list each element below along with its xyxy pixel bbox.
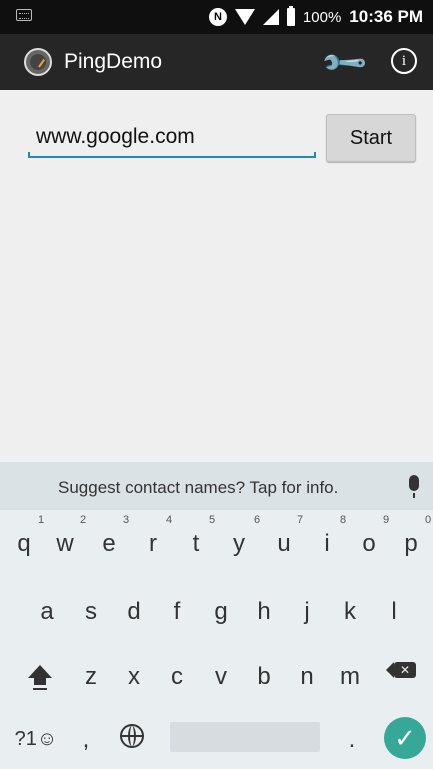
info-icon[interactable]: i: [391, 48, 417, 74]
key-v[interactable]: v: [202, 663, 240, 691]
app-bar: PingDemo 🔧 i: [0, 34, 433, 90]
key-m[interactable]: m: [331, 663, 369, 691]
key-w[interactable]: w: [46, 530, 84, 558]
key-hint-3: 3: [123, 514, 130, 526]
key-u[interactable]: u: [265, 530, 303, 558]
key-g[interactable]: g: [202, 598, 240, 626]
comma-key[interactable]: ,: [74, 726, 98, 754]
backspace-icon[interactable]: ✕: [386, 662, 416, 678]
key-k[interactable]: k: [331, 598, 369, 626]
symbols-key[interactable]: ?1☺: [14, 728, 58, 751]
enter-button[interactable]: ✓: [384, 717, 426, 759]
key-hint-7: 7: [297, 514, 304, 526]
key-b[interactable]: b: [245, 663, 283, 691]
signal-icon: [262, 9, 279, 25]
microphone-icon[interactable]: [409, 475, 419, 498]
host-input[interactable]: [28, 116, 316, 158]
key-a[interactable]: a: [28, 598, 66, 626]
soft-keyboard: Suggest contact names? Tap for info. q 1…: [0, 462, 433, 769]
host-input-underline: [28, 152, 316, 158]
globe-icon[interactable]: [120, 724, 144, 748]
app-logo-icon: [24, 48, 52, 76]
key-q[interactable]: q: [5, 530, 43, 558]
host-input-wrapper: [28, 116, 316, 158]
key-hint-8: 8: [340, 514, 347, 526]
keyboard-indicator-icon: [16, 9, 32, 21]
key-i[interactable]: i: [308, 530, 346, 558]
clock: 10:36 PM: [349, 7, 423, 26]
status-icons: N 100% 10:36 PM: [208, 5, 423, 29]
key-t[interactable]: t: [177, 530, 215, 558]
key-n[interactable]: n: [288, 663, 326, 691]
key-s[interactable]: s: [72, 598, 110, 626]
key-y[interactable]: y: [220, 530, 258, 558]
suggestion-text[interactable]: Suggest contact names? Tap for info.: [58, 478, 338, 498]
key-p[interactable]: p: [392, 530, 430, 558]
key-hint-6: 6: [254, 514, 261, 526]
status-bar: N 100% 10:36 PM: [0, 0, 433, 34]
start-button[interactable]: Start: [326, 114, 416, 162]
key-e[interactable]: e: [90, 530, 128, 558]
key-hint-1: 1: [38, 514, 45, 526]
key-j[interactable]: j: [288, 598, 326, 626]
key-hint-2: 2: [80, 514, 87, 526]
period-key[interactable]: .: [340, 726, 364, 754]
key-c[interactable]: c: [158, 663, 196, 691]
key-hint-9: 9: [383, 514, 390, 526]
key-o[interactable]: o: [350, 530, 388, 558]
key-d[interactable]: d: [115, 598, 153, 626]
battery-icon: [286, 6, 295, 26]
key-hint-5: 5: [209, 514, 216, 526]
key-h[interactable]: h: [245, 598, 283, 626]
key-hint-4: 4: [166, 514, 173, 526]
battery-percent: 100%: [302, 8, 342, 26]
key-x[interactable]: x: [115, 663, 153, 691]
suggestion-bar[interactable]: Suggest contact names? Tap for info.: [0, 462, 433, 510]
nfc-icon: N: [208, 8, 227, 26]
key-r[interactable]: r: [134, 530, 172, 558]
key-f[interactable]: f: [158, 598, 196, 626]
key-l[interactable]: l: [375, 598, 413, 626]
shift-icon[interactable]: [28, 665, 52, 685]
wrench-icon[interactable]: 🔧: [319, 38, 370, 89]
key-z[interactable]: z: [72, 663, 110, 691]
spacebar[interactable]: [170, 722, 320, 752]
shift-underline: [33, 688, 47, 690]
app-title: PingDemo: [64, 50, 163, 73]
key-hint-0: 0: [425, 514, 432, 526]
wifi-icon: [234, 9, 255, 25]
